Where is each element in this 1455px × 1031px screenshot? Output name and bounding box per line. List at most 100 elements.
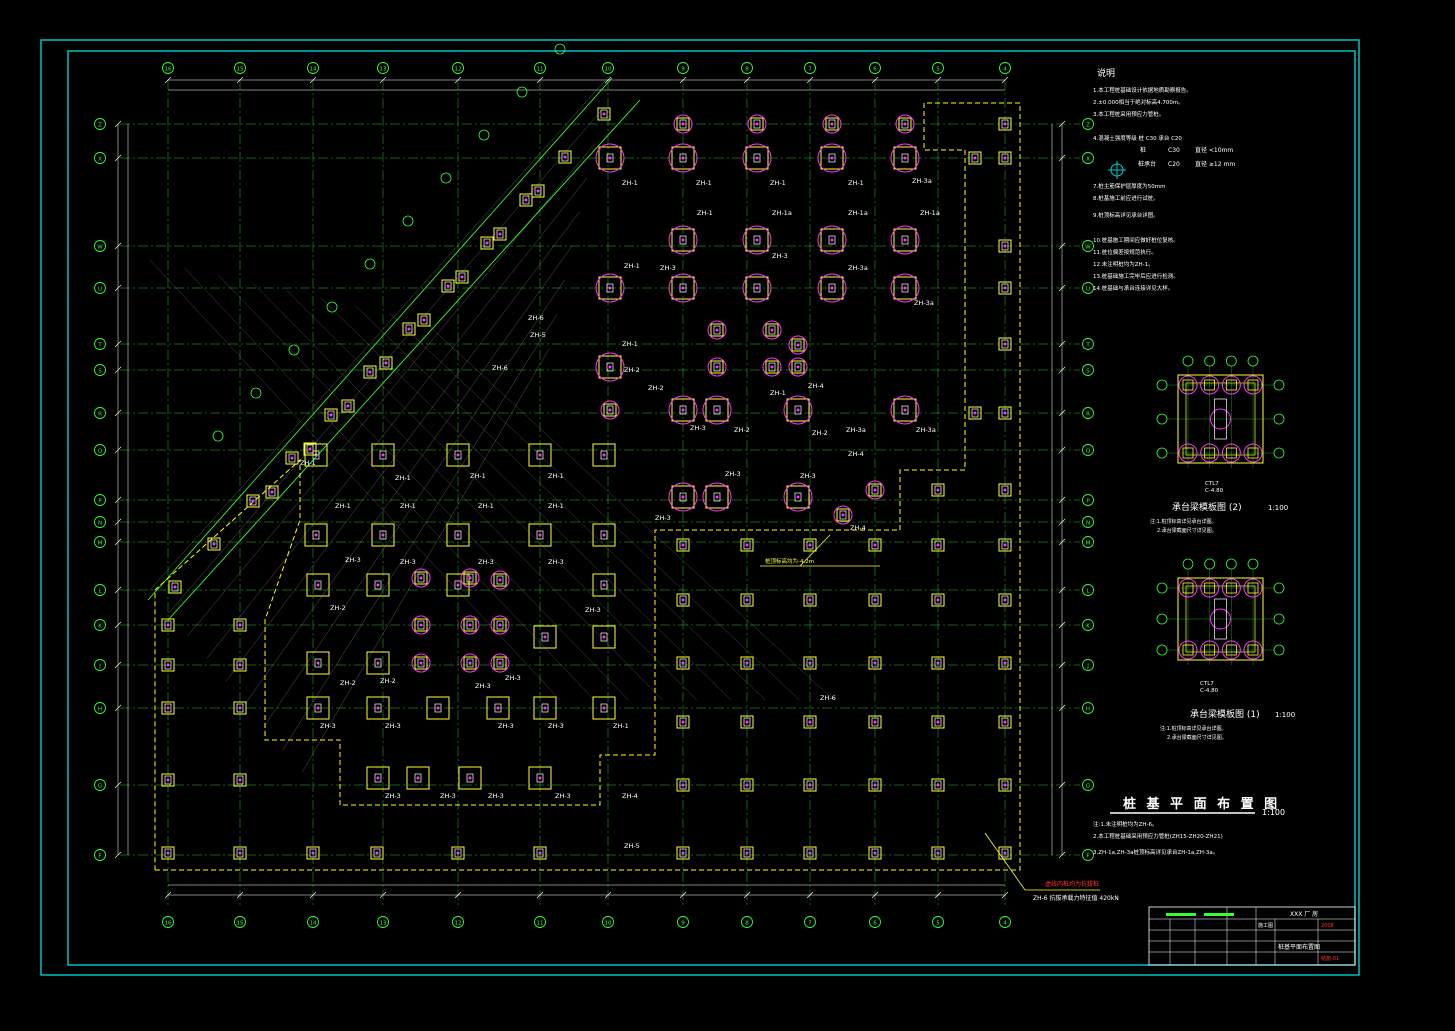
pile-center — [1003, 122, 1007, 126]
pile-center — [1003, 488, 1007, 492]
note-item: 7.桩主筋保护层厚度为50mm — [1093, 182, 1165, 190]
plan-title: 桩 基 平 面 布 置 图 — [1123, 796, 1280, 812]
pile-center — [745, 661, 749, 665]
pile-center — [422, 318, 426, 322]
note-item: 8.桩基施工前应进行试桩。 — [1093, 194, 1159, 202]
pile-label: ZH-1 — [300, 459, 316, 467]
pile-center — [873, 851, 877, 855]
pile-center — [376, 706, 380, 710]
pile-center — [830, 238, 834, 242]
note-item: 10.桩基施工期间应做好桩位复核。 — [1093, 236, 1179, 244]
pile-center — [381, 533, 385, 537]
pile-center — [873, 720, 877, 724]
pile-center — [770, 328, 774, 332]
pile-center — [873, 661, 877, 665]
callout-uplift: 虚线内桩均为抗拔桩 — [1045, 880, 1099, 888]
notes-heading: 说明 — [1097, 67, 1115, 79]
pile-center — [715, 328, 719, 332]
pile-center — [485, 241, 489, 245]
pile-center — [936, 783, 940, 787]
pile-label: ZH-2 — [812, 429, 828, 437]
pile-center — [1003, 720, 1007, 724]
note-item: 3.本工程桩采用预应力管桩。 — [1093, 110, 1164, 118]
detail-beam-label: CTL7 — [1205, 481, 1219, 487]
pile-center — [830, 286, 834, 290]
pile-center — [715, 495, 719, 499]
rebar-large: 直径 ≥12 mm — [1195, 160, 1235, 168]
pile-center — [681, 286, 685, 290]
axis-bubble-label: 10 — [605, 920, 612, 926]
pile-center — [419, 576, 423, 580]
pile-center — [808, 598, 812, 602]
pile-center — [770, 365, 774, 369]
pile-center — [903, 156, 907, 160]
pile-center — [681, 598, 685, 602]
note-item: 11.桩位偏差按规范执行。 — [1093, 248, 1157, 256]
pile-center — [381, 453, 385, 457]
axis-bubble-label: 4 — [1003, 66, 1007, 72]
pile-center — [1003, 851, 1007, 855]
pile-center — [166, 851, 170, 855]
pile-label: ZH-6 — [528, 314, 544, 322]
axis-bubble-label: H — [1086, 706, 1090, 712]
pile-center — [681, 238, 685, 242]
pile-center — [715, 408, 719, 412]
pile-center — [903, 122, 907, 126]
pile-center — [841, 513, 845, 517]
detail-elevation-label: C-4.80 — [1205, 488, 1224, 494]
pile-center — [681, 156, 685, 160]
pile-center — [796, 365, 800, 369]
pile-center — [1003, 783, 1007, 787]
axis-bubble-label: 7 — [808, 920, 812, 926]
title-date: 2008 — [1321, 923, 1334, 929]
axis-bubble-label: 8 — [745, 66, 749, 72]
pile-center — [796, 408, 800, 412]
pile-label: ZH-1 — [770, 389, 786, 397]
detail-2-note: 2.承台梁截面尺寸详见图。 — [1157, 527, 1217, 534]
axis-bubble-label: 11 — [537, 920, 544, 926]
pile-label: ZH-3a — [848, 264, 868, 272]
pile-label: ZH-4 — [850, 524, 866, 532]
pile-center — [536, 189, 540, 193]
pile-center — [681, 783, 685, 787]
pile-center — [830, 122, 834, 126]
pile-center — [238, 706, 242, 710]
axis-bubble-label: F — [98, 853, 101, 859]
pile-center — [498, 578, 502, 582]
pile-center — [681, 543, 685, 547]
note-item: 4.混凝土强度等级 桩 C30 承台 C20 — [1093, 134, 1182, 142]
pile-label: ZH-3 — [385, 792, 401, 800]
pile-center — [808, 661, 812, 665]
pile-material-label: 桩 — [1140, 146, 1146, 154]
axis-bubble-label: G — [98, 783, 102, 789]
axis-bubble-label: X — [1086, 156, 1090, 162]
pile-center — [543, 635, 547, 639]
pile-center — [419, 661, 423, 665]
cap-material-grade: C20 — [1168, 161, 1180, 168]
pile-center — [808, 543, 812, 547]
pile-center — [873, 543, 877, 547]
pile-center — [808, 783, 812, 787]
pile-center — [755, 286, 759, 290]
callout-uplift-capacity: ZH-6 抗拔承载力特征值 420kN — [1033, 894, 1119, 902]
axis-bubble-label: S — [1086, 368, 1090, 374]
signature-bar — [1166, 913, 1196, 916]
pile-center — [745, 783, 749, 787]
axis-bubble-label: 7 — [808, 66, 812, 72]
pile-center — [1003, 156, 1007, 160]
title-stage: 施工图 — [1258, 922, 1273, 929]
pile-label: ZH-1 — [848, 179, 864, 187]
axis-bubble-label: K — [98, 623, 102, 629]
axis-bubble-label: T — [1085, 342, 1090, 348]
note-item: 2.±0.000相当于绝对标高4.700m。 — [1093, 98, 1184, 106]
pile-center — [446, 284, 450, 288]
pile-center — [1003, 342, 1007, 346]
pile-label: ZH-3 — [320, 722, 336, 730]
pile-label: ZH-1 — [624, 262, 640, 270]
pile-center — [376, 776, 380, 780]
note-item: 9.桩顶标高详见承台详图。 — [1093, 211, 1159, 219]
pile-center — [468, 576, 472, 580]
pile-center — [936, 851, 940, 855]
pile-center — [416, 776, 420, 780]
pile-center — [563, 155, 567, 159]
